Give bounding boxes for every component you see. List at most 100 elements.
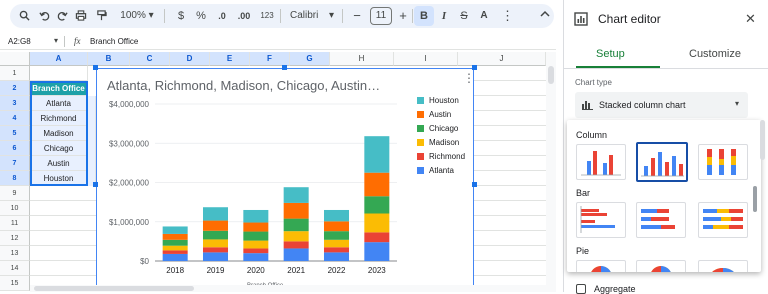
undo-icon[interactable]	[36, 4, 52, 28]
redo-icon[interactable]	[54, 4, 70, 28]
3d-pie-chart-option[interactable]	[698, 260, 748, 272]
cell-madison[interactable]: Madison	[30, 126, 88, 141]
bar-segment-chicago	[283, 218, 309, 232]
resize-handle[interactable]	[472, 182, 477, 187]
bar-chart-option[interactable]	[576, 202, 626, 238]
zoom-value: 100%	[120, 10, 146, 21]
donut-chart-option[interactable]	[636, 260, 686, 272]
bar-segment-chicago	[243, 231, 269, 241]
column-header-i[interactable]: I	[394, 52, 458, 66]
cell[interactable]	[30, 66, 88, 81]
tab-setup[interactable]: Setup	[596, 48, 625, 60]
font-select[interactable]: Calibri ▾	[286, 4, 338, 28]
scrollbar-thumb[interactable]	[34, 286, 194, 291]
chevron-down-icon: ▾	[735, 99, 740, 108]
chart[interactable]: Atlanta, Richmond, Madison, Chicago, Aus…	[96, 68, 475, 292]
column-header-j[interactable]: J	[458, 52, 546, 66]
cell-branch-office-header[interactable]: Branch Office	[30, 81, 88, 96]
chevron-down-icon[interactable]: ▾	[54, 36, 58, 45]
text-color-button[interactable]: A	[476, 4, 492, 28]
legend-label: Chicago	[429, 124, 459, 133]
bar-segment-richmond	[364, 232, 390, 243]
row-header[interactable]: 7	[0, 156, 30, 171]
row-header[interactable]: 12	[0, 231, 30, 246]
row-header[interactable]: 8	[0, 171, 30, 186]
increase-font-size-button[interactable]: +	[396, 4, 410, 28]
print-icon[interactable]	[72, 4, 90, 28]
row-header[interactable]: 4	[0, 111, 30, 126]
row-header[interactable]: 15	[0, 276, 30, 291]
currency-button[interactable]: $	[174, 4, 188, 28]
pie-chart-option[interactable]	[576, 260, 626, 272]
column-header-c[interactable]: C	[130, 52, 170, 66]
stacked-column-chart-option[interactable]	[636, 142, 688, 182]
row-header[interactable]: 3	[0, 96, 30, 111]
chart-type-select[interactable]: Stacked column chart ▾	[575, 92, 748, 118]
resize-handle[interactable]	[282, 65, 287, 70]
row-header[interactable]: 9	[0, 186, 30, 201]
100-stacked-column-chart-option[interactable]	[698, 144, 748, 180]
cell-atlanta[interactable]: Atlanta	[30, 96, 88, 111]
cell-chicago[interactable]: Chicago	[30, 141, 88, 156]
bold-button[interactable]: B	[414, 6, 434, 26]
column-header-g[interactable]: G	[290, 52, 330, 66]
scrollbar-thumb[interactable]	[548, 66, 554, 84]
aggregate-checkbox[interactable]	[576, 284, 586, 294]
cell-richmond[interactable]: Richmond	[30, 111, 88, 126]
group-bar-label: Bar	[576, 188, 591, 198]
decrease-decimal-button[interactable]: .0	[214, 4, 230, 28]
row-header[interactable]: 10	[0, 201, 30, 216]
resize-handle[interactable]	[93, 182, 98, 187]
tab-customize[interactable]: Customize	[689, 48, 741, 60]
stacked-bar-thumbnail	[641, 209, 675, 229]
column-header-d[interactable]: D	[170, 52, 210, 66]
row-header[interactable]: 13	[0, 246, 30, 261]
pie-chart-thumbnail	[591, 266, 611, 272]
row-header[interactable]: 2	[0, 81, 30, 96]
resize-handle[interactable]	[472, 65, 477, 70]
resize-handle[interactable]	[93, 65, 98, 70]
close-icon[interactable]: ✕	[745, 11, 756, 27]
column-header-e[interactable]: E	[210, 52, 250, 66]
editor-scrollbar-thumb[interactable]	[760, 120, 765, 160]
cell-houston[interactable]: Houston	[30, 171, 88, 186]
column-chart-option[interactable]	[576, 144, 626, 180]
collapse-toolbar-icon[interactable]	[538, 4, 552, 28]
dropdown-scrollbar-thumb[interactable]	[753, 186, 757, 212]
font-size-field[interactable]: 11	[370, 4, 392, 28]
decrease-font-size-button[interactable]: −	[350, 4, 364, 28]
x-tick-label: 2021	[287, 266, 305, 275]
number-format-button[interactable]: 123	[258, 4, 276, 28]
column-header-b[interactable]: B	[88, 52, 130, 66]
zoom-select[interactable]: 100% ▾	[116, 4, 158, 28]
strikethrough-button[interactable]: S	[456, 4, 472, 28]
stacked-bar-chart-option[interactable]	[636, 202, 686, 238]
name-box[interactable]: A2:G8	[8, 37, 31, 46]
search-icon[interactable]	[16, 4, 32, 28]
bar-segment-atlanta	[243, 253, 269, 261]
column-header-h[interactable]: H	[330, 52, 394, 66]
formula-input[interactable]: Branch Office	[90, 37, 138, 46]
bar-segment-chicago	[364, 196, 390, 214]
row-header[interactable]: 11	[0, 216, 30, 231]
more-options-icon[interactable]: ⋮	[500, 4, 514, 28]
horizontal-scrollbar[interactable]	[30, 285, 546, 292]
cell-austin[interactable]: Austin	[30, 156, 88, 171]
column-header-f[interactable]: F	[250, 52, 290, 66]
bar-segment-madison	[323, 239, 350, 248]
increase-decimal-button[interactable]: .00	[234, 4, 254, 28]
vertical-scrollbar[interactable]	[546, 52, 556, 292]
100-stacked-bar-chart-option[interactable]	[698, 202, 748, 238]
row-header[interactable]: 5	[0, 126, 30, 141]
row-header[interactable]: 1	[0, 66, 30, 81]
chart-type-dropdown: Column Bar Pie	[567, 120, 761, 272]
percent-button[interactable]: %	[194, 4, 208, 28]
row-header[interactable]: 6	[0, 141, 30, 156]
paint-format-icon[interactable]	[92, 4, 110, 28]
row-header[interactable]: 14	[0, 261, 30, 276]
select-all-corner[interactable]	[0, 52, 30, 66]
column-header-a[interactable]: A	[30, 52, 88, 66]
x-tick-label: 2018	[166, 266, 184, 275]
italic-button[interactable]: I	[436, 4, 452, 28]
bar-segment-richmond	[323, 247, 350, 253]
